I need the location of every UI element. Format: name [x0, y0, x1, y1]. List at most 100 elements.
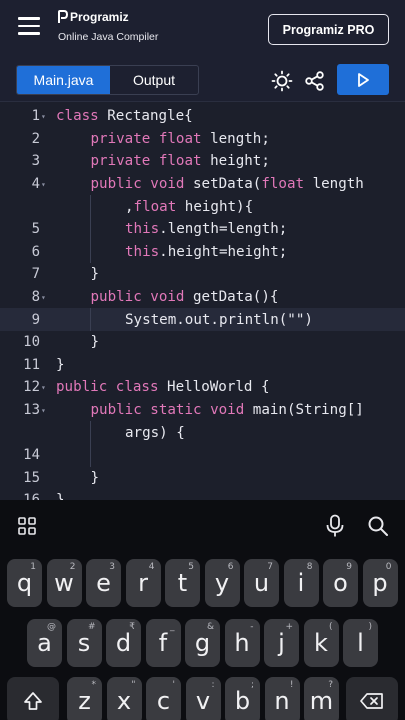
code-line[interactable]: 16} — [0, 489, 405, 500]
indent-guide — [89, 308, 91, 331]
key-hint: 5 — [188, 562, 194, 572]
key-w[interactable]: 2w — [46, 559, 82, 607]
code-line[interactable]: 12 ▾ public class HelloWorld { — [0, 376, 405, 399]
code-line[interactable]: 10} — [0, 331, 405, 354]
run-button[interactable] — [337, 64, 389, 95]
fold-arrow-icon[interactable]: ▾ — [41, 293, 46, 302]
backspace-icon — [360, 693, 383, 709]
code-line[interactable]: 1 ▾ class Rectangle{ — [0, 105, 405, 128]
code-line[interactable]: 3 private float height; — [0, 150, 405, 173]
code-editor[interactable]: 1 ▾ class Rectangle{2 private float length;… — [0, 103, 405, 500]
key-o[interactable]: 9o — [323, 559, 358, 607]
code-line[interactable]: 15} — [0, 467, 405, 490]
key-n[interactable]: ! n — [264, 677, 300, 720]
key-t[interactable]: 5t — [165, 559, 200, 607]
key-f[interactable]: _ f — [145, 619, 181, 667]
code-text: private float height; — [91, 153, 270, 169]
line-number: 5 — [31, 221, 40, 238]
fold-arrow-icon[interactable]: ▾ — [41, 383, 46, 392]
code-line[interactable]: ,float height){ — [0, 195, 405, 218]
key-label: p — [372, 569, 388, 597]
key-u[interactable]: 7u — [244, 559, 279, 607]
key-d[interactable]: ₹ d — [106, 619, 141, 667]
key-x[interactable]: " x — [106, 677, 142, 720]
code-line[interactable]: 14 — [0, 444, 405, 467]
key-hint: ( — [328, 622, 333, 632]
key-e[interactable]: 3e — [86, 559, 121, 607]
code-line[interactable]: 5 this.length=length; — [0, 218, 405, 241]
indent-guide — [89, 218, 91, 241]
key-p[interactable]: 0p — [362, 559, 398, 607]
key-l[interactable]: ) l — [343, 619, 378, 667]
search-icon[interactable] — [367, 515, 389, 542]
brand[interactable]: Programiz Online Java Compiler — [58, 10, 158, 43]
key-c[interactable]: ' c — [146, 677, 181, 720]
tab-main-java[interactable]: Main.java — [17, 66, 110, 94]
key-hint: # — [87, 622, 96, 632]
line-number: 10 — [23, 334, 40, 351]
key-a[interactable]: @ a — [27, 619, 62, 667]
key-hint: & — [206, 622, 214, 632]
key-hint: ) — [368, 622, 372, 632]
code-line[interactable]: 7} — [0, 263, 405, 286]
code-line[interactable]: 4 ▾ public void setData(float length — [0, 173, 405, 196]
code-line[interactable]: 8 ▾ public void getData(){ — [0, 286, 405, 309]
code-line[interactable]: 6 this.height=height; — [0, 240, 405, 264]
code-token: height){ — [176, 198, 254, 215]
code-token: Rectangle{ — [98, 108, 193, 125]
key-hint: 7 — [267, 562, 273, 572]
code-token: } — [56, 492, 65, 500]
fold-arrow-icon[interactable]: ▾ — [41, 180, 46, 189]
hamburger-menu-icon[interactable] — [18, 17, 40, 35]
key-q[interactable]: 1q — [7, 559, 42, 607]
code-text: } — [91, 334, 100, 350]
fold-arrow-icon[interactable]: ▾ — [41, 406, 46, 415]
line-number: 6 — [31, 243, 40, 260]
key-label: j — [278, 629, 285, 657]
key-g[interactable]: & g — [185, 619, 220, 667]
line-number: 16 — [0, 492, 40, 500]
key-hint: 6 — [227, 562, 234, 572]
code-token: length — [304, 176, 364, 193]
key-h[interactable]: -h — [224, 619, 260, 667]
key-label: n — [274, 687, 290, 715]
key-label: u — [253, 569, 270, 597]
code-text: } — [91, 266, 100, 282]
key-s[interactable]: # s — [66, 619, 102, 667]
code-text: System.out.println("") — [125, 312, 313, 328]
programiz-logo-icon — [58, 10, 68, 23]
key-m[interactable]: ? m — [304, 677, 339, 720]
keyword-token: class — [115, 379, 159, 396]
code-line[interactable]: args) { — [0, 421, 405, 444]
shift-key[interactable] — [7, 677, 59, 720]
key-v[interactable]: :v — [185, 677, 221, 720]
key-hint: _ — [170, 622, 175, 632]
code-line[interactable]: 2 private float length; — [0, 128, 405, 151]
key-label: d — [115, 629, 132, 657]
key-label: s — [77, 629, 91, 657]
key-y[interactable]: 6y — [204, 559, 240, 607]
key-j[interactable]: + j — [264, 619, 299, 667]
code-line[interactable]: 9 System.out.println("") — [0, 308, 405, 331]
brightness-icon[interactable] — [271, 70, 293, 92]
apps-grid-icon[interactable] — [18, 517, 36, 540]
backspace-key[interactable] — [346, 677, 398, 720]
tab-output[interactable]: Output — [110, 66, 198, 94]
microphone-icon[interactable] — [325, 514, 345, 543]
fold-arrow-icon[interactable]: ▾ — [41, 112, 46, 121]
programiz-pro-button[interactable]: Programiz PRO — [268, 14, 389, 45]
key-b[interactable]: ; b — [225, 677, 260, 720]
line-number: 2 — [31, 130, 40, 147]
share-icon[interactable] — [304, 70, 326, 92]
code-line[interactable]: 13 ▾ public static void main(String[] — [0, 399, 405, 422]
key-r[interactable]: 4r — [125, 559, 161, 607]
key-z[interactable]: * z — [67, 677, 102, 720]
code-line[interactable]: 11} — [0, 354, 405, 377]
keyword-token: this — [125, 243, 160, 260]
key-i[interactable]: 8i — [283, 559, 319, 607]
keyword-token: static — [150, 402, 202, 419]
key-k[interactable]: (k — [303, 619, 339, 667]
code-token: } — [90, 334, 100, 351]
line-number: 1 — [31, 108, 40, 125]
